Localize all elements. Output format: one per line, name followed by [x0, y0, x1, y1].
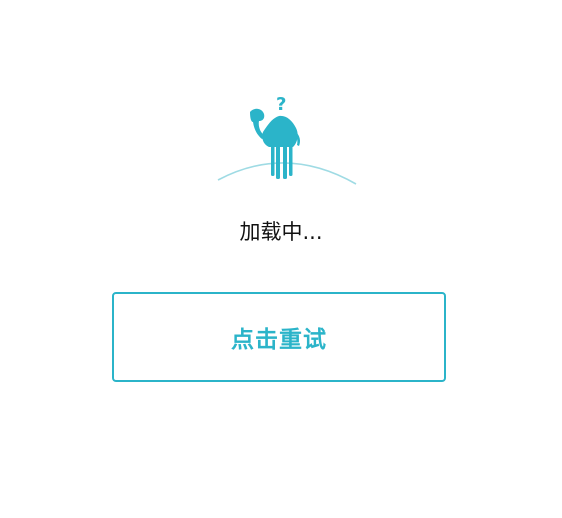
retry-button[interactable]: 点击重试	[112, 292, 446, 382]
question-mark: ?	[276, 94, 286, 115]
loading-text: 加载中...	[239, 220, 323, 244]
camel-shape	[250, 108, 300, 179]
retry-button-label: 点击重试	[231, 327, 327, 353]
camel-icon: ?	[217, 94, 357, 185]
empty-state-illustration: ?	[212, 92, 362, 187]
